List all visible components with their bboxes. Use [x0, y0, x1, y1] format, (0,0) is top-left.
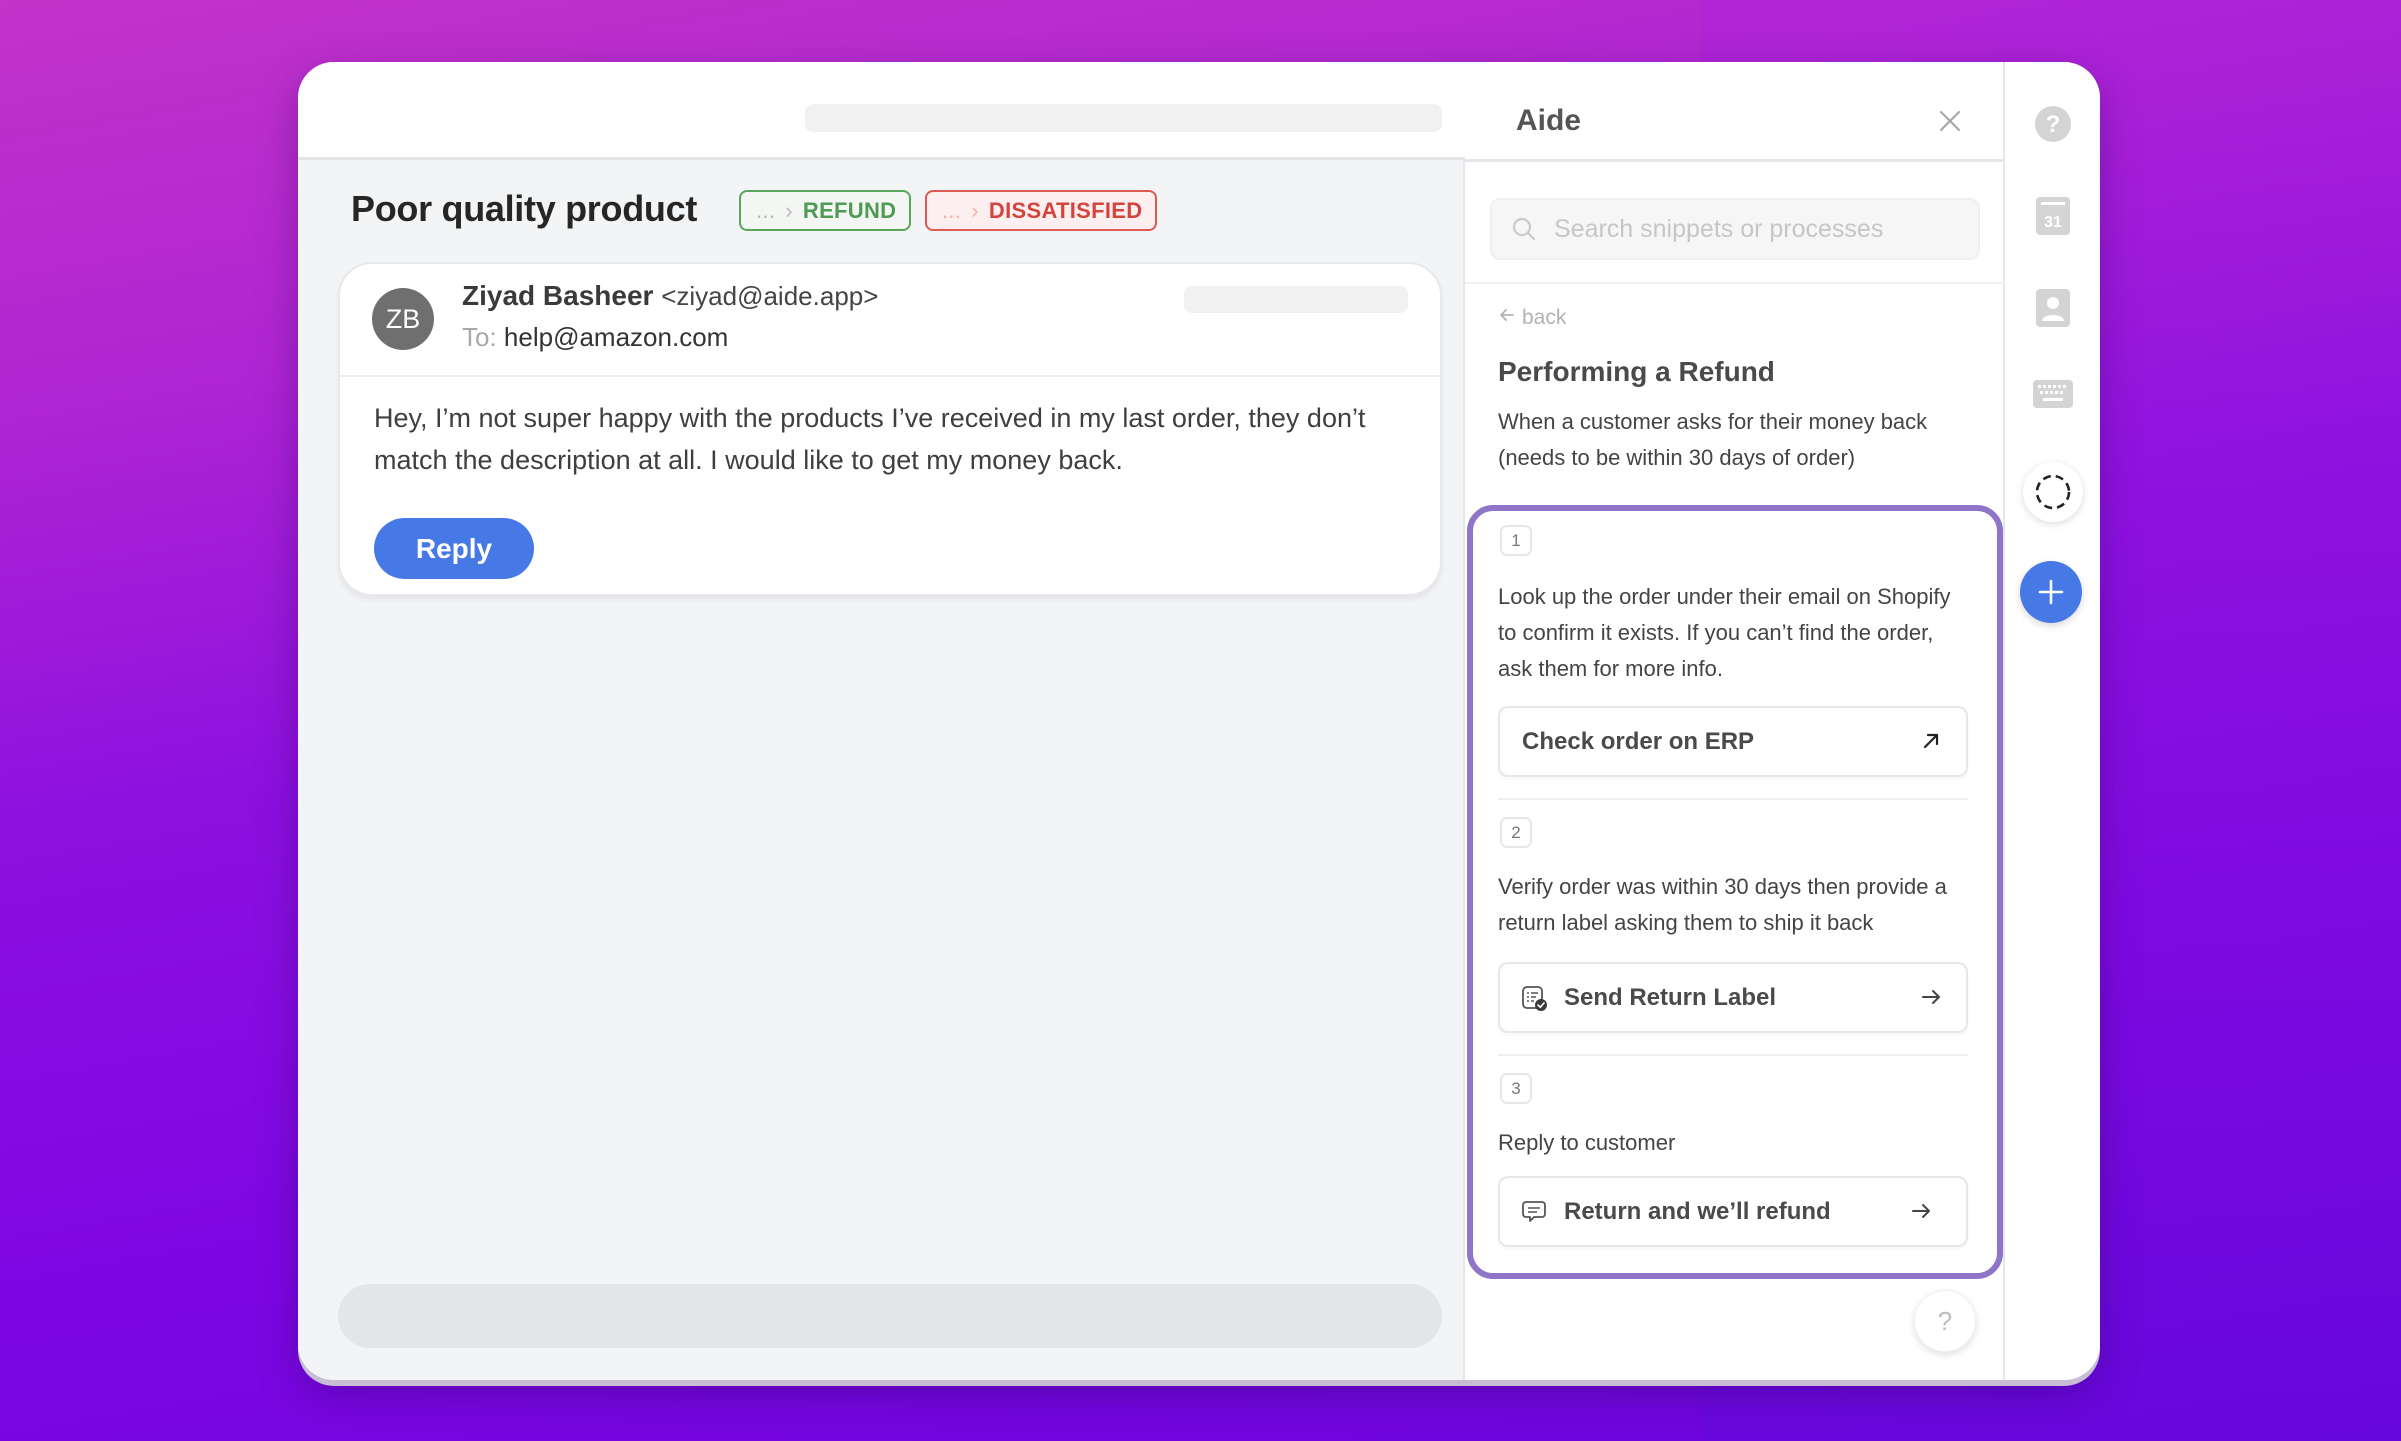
check-order-erp-button[interactable]: Check order on ERP: [1498, 706, 1968, 777]
svg-text:31: 31: [2044, 214, 2062, 231]
sender-email: <ziyad@aide.app>: [661, 281, 879, 311]
step-number: 3: [1500, 1073, 1532, 1104]
step-action-label: Send Return Label: [1564, 983, 1777, 1011]
header-skeleton-placeholder: [805, 104, 1442, 132]
search-icon: [1510, 215, 1538, 243]
sender: Ziyad Basheer <ziyad@aide.app>: [462, 280, 878, 312]
keyboard-icon[interactable]: [2033, 374, 2073, 414]
tag-label: REFUND: [802, 197, 897, 223]
divider: [1465, 282, 2005, 284]
svg-text:?: ?: [2046, 111, 2061, 138]
tag-crumb: ...: [756, 197, 776, 223]
help-button[interactable]: ?: [1914, 1290, 1976, 1352]
tag-crumb: ...: [942, 197, 962, 223]
external-link-icon: [1918, 728, 1944, 754]
recipient-address: help@amazon.com: [503, 322, 729, 352]
recipient: To: help@amazon.com: [462, 322, 728, 353]
search-box[interactable]: [1490, 198, 1980, 260]
aide-title: Aide: [1516, 104, 1582, 137]
step-action-label: Return and we’ll refund: [1564, 1197, 1831, 1225]
app-window: Poor quality product ... › REFUND ... › …: [298, 62, 2100, 1380]
step-text: Look up the order under their email on S…: [1498, 584, 1951, 681]
sender-name: Ziyad Basheer: [462, 280, 654, 311]
loading-circle-icon[interactable]: [2023, 462, 2083, 522]
main-header: [298, 62, 1465, 160]
step-number: 2: [1500, 817, 1532, 848]
contact-icon[interactable]: [2033, 288, 2073, 328]
process-title: Performing a Refund: [1498, 356, 1775, 387]
arrow-right-icon: [1908, 1198, 1934, 1224]
checklist-icon: [1520, 984, 1548, 1012]
tag-label: DISSATISFIED: [988, 197, 1143, 223]
add-icon[interactable]: [2020, 561, 2082, 623]
process-description: When a customer asks for their money bac…: [1498, 409, 1928, 470]
arrow-right-icon: [1918, 984, 1944, 1010]
close-icon[interactable]: [1935, 106, 1965, 136]
aide-header: Aide: [1465, 62, 2005, 162]
email-header: ZB Ziyad Basheer <ziyad@aide.app> To: he…: [340, 264, 1440, 377]
email-body: Hey, I’m not super happy with the produc…: [374, 403, 1366, 475]
back-label: back: [1522, 306, 1567, 329]
avatar: ZB: [372, 288, 434, 350]
aide-panel: Aide back Performing a Refund When a cus…: [1465, 62, 2046, 1380]
message-icon: [1520, 1198, 1548, 1226]
search-input[interactable]: [1554, 214, 1954, 244]
step-text: Verify order was within 30 days then pro…: [1498, 874, 1947, 935]
reply-button[interactable]: Reply: [374, 518, 534, 579]
calendar-icon[interactable]: 31: [2033, 196, 2073, 236]
email-card: ZB Ziyad Basheer <ziyad@aide.app> To: he…: [338, 262, 1442, 596]
ticket-title: Poor quality product: [351, 188, 698, 229]
main-pane: Poor quality product ... › REFUND ... › …: [298, 62, 1465, 1380]
help-icon[interactable]: ?: [2033, 104, 2073, 144]
tag-refund[interactable]: ... › REFUND: [739, 190, 911, 231]
email-meta-skeleton: [1184, 286, 1408, 313]
arrow-left-icon: [1498, 306, 1516, 330]
step-number: 1: [1500, 525, 1532, 556]
step-divider: [1498, 1054, 1968, 1056]
send-return-label-button[interactable]: Send Return Label: [1498, 962, 1968, 1033]
process-steps: 1 Look up the order under their email on…: [1467, 505, 2003, 1279]
recipient-label: To:: [462, 322, 497, 352]
tag-dissatisfied[interactable]: ... › DISSATISFIED: [925, 190, 1157, 231]
chevron-right-icon: ›: [785, 197, 793, 223]
step-action-label: Check order on ERP: [1522, 727, 1755, 755]
back-link[interactable]: back: [1498, 306, 1566, 330]
chevron-right-icon: ›: [971, 197, 979, 223]
return-and-refund-button[interactable]: Return and we’ll refund: [1498, 1176, 1968, 1247]
icon-rail: ? 31: [2005, 62, 2100, 1380]
step-text: Reply to customer: [1498, 1130, 1676, 1155]
step-divider: [1498, 798, 1968, 800]
composer-placeholder[interactable]: [338, 1284, 1442, 1348]
